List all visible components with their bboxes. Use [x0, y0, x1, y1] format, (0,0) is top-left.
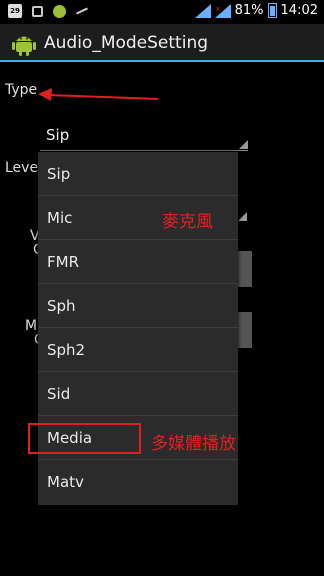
type-spinner[interactable]: Sip	[40, 120, 248, 151]
android-icon	[12, 36, 36, 56]
dropdown-item-sid[interactable]: Sid	[38, 372, 238, 416]
action-bar: Audio_ModeSetting	[0, 24, 324, 62]
spinner-arrow-icon	[239, 140, 248, 149]
dropdown-item-sph2[interactable]: Sph2	[38, 328, 238, 372]
clock: 14:02	[280, 3, 318, 18]
battery-icon	[267, 3, 277, 18]
status-icons: x 81% 14:02	[194, 3, 318, 18]
signal-icon	[194, 3, 211, 18]
app-title: Audio_ModeSetting	[44, 33, 209, 53]
mic-annotation: 麥克風	[162, 212, 213, 232]
type-spinner-value: Sip	[46, 126, 70, 144]
battery-percent: 81%	[234, 3, 264, 18]
hidden-button[interactable]	[238, 312, 252, 348]
dropdown-item-sph[interactable]: Sph	[38, 284, 238, 328]
signal-x-icon: x	[214, 3, 231, 18]
media-highlight-box	[28, 423, 141, 454]
annotation-arrow	[38, 88, 159, 101]
dropdown-item-fmr[interactable]: FMR	[38, 240, 238, 284]
hidden-button[interactable]	[238, 251, 252, 287]
level-label: Level	[5, 160, 42, 176]
app-notification-icon	[53, 4, 66, 18]
level-spinner-arrow-icon[interactable]	[238, 212, 247, 221]
svg-text:x: x	[216, 5, 220, 13]
status-bar: 29 x 81% 14:02	[0, 0, 324, 24]
dropdown-item-matv[interactable]: Matv	[38, 460, 238, 504]
screenshot-icon	[32, 5, 43, 17]
type-label: Type	[5, 82, 38, 98]
dropdown-item-sip[interactable]: Sip	[38, 152, 238, 196]
usb-icon	[76, 7, 88, 15]
media-annotation: 多媒體播放	[151, 434, 236, 454]
calendar-icon: 29	[8, 4, 22, 18]
notification-icons: 29	[8, 4, 88, 18]
